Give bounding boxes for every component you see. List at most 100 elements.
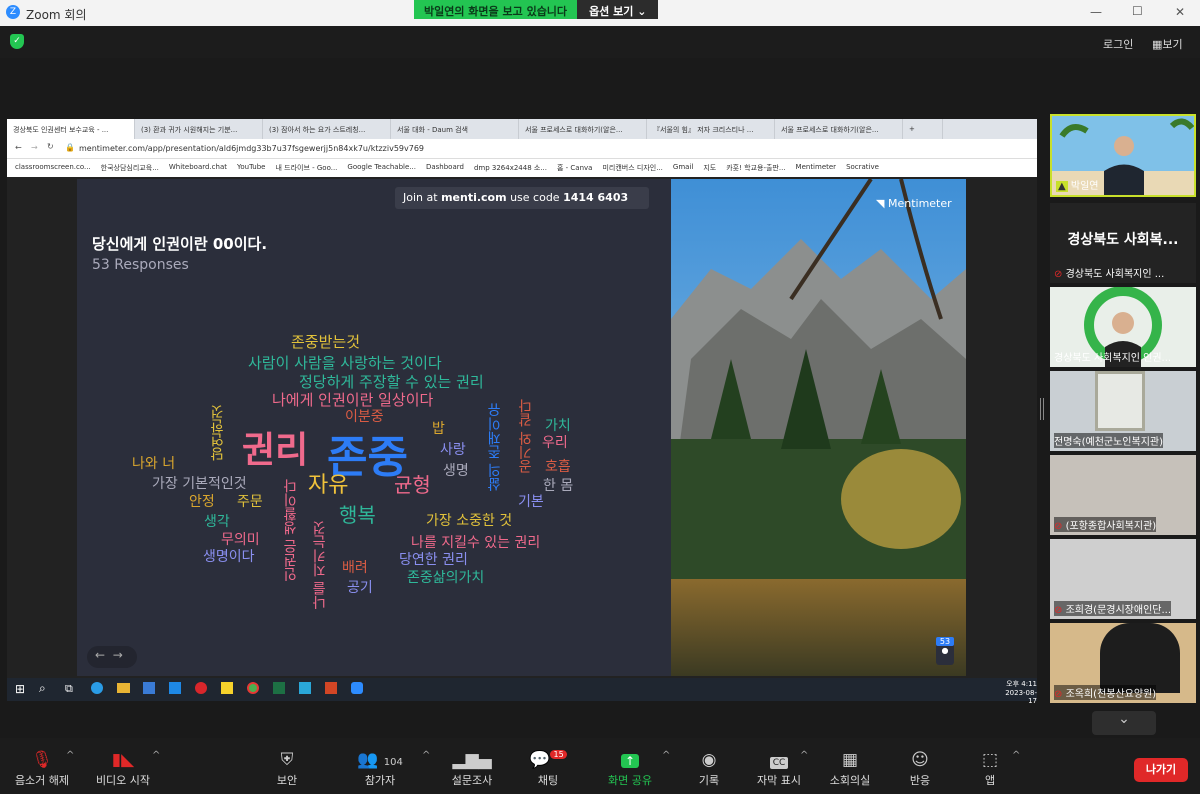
participant-name-text: 경상북도 사회복지인 ... (1065, 269, 1165, 280)
prev-slide-icon[interactable]: ← (95, 648, 105, 662)
bookmark-item[interactable]: dmp 3264x2448 소... (474, 163, 547, 173)
bookmark-item[interactable]: Google Teachable... (347, 163, 416, 173)
windows-start-icon[interactable]: ⊞ (15, 682, 25, 696)
browser-tab[interactable]: 서울 대화 - Daum 검색 (391, 119, 519, 139)
shield-check-icon[interactable]: ✓ (10, 34, 24, 49)
folder-icon[interactable] (117, 683, 130, 693)
browser-tab[interactable]: 서울 프로세스로 대화하기(알은... (775, 119, 903, 139)
reactions-button[interactable]: ☺ 반응 (880, 750, 960, 788)
forward-icon[interactable]: → (31, 143, 38, 152)
bookmark-item[interactable]: YouTube (237, 163, 265, 173)
view-label: 보기 (1162, 38, 1183, 51)
view-options-button[interactable]: 옵션 보기 ⌄ (577, 0, 659, 19)
bookmark-item[interactable]: 홈 - Canva (557, 163, 592, 173)
chevron-down-icon: ⌄ (1118, 711, 1130, 727)
chrome-icon[interactable] (247, 682, 259, 694)
task-view-icon[interactable]: ⧉ (65, 682, 73, 696)
word-cloud-entry-vertical: 공기와 같다 (518, 399, 534, 474)
security-button[interactable]: ⛨ 보안 (247, 750, 327, 788)
word-cloud-entry: 생각 (204, 514, 230, 530)
panel-resize-handle[interactable] (1040, 398, 1044, 420)
bookmarks-bar: classroomscreen.co... 한국상담심리교육... Whiteb… (7, 159, 1037, 177)
participant-name: ⊘ (포항종합사회복지관) (1054, 517, 1157, 532)
bookmark-item[interactable]: Socrative (846, 163, 879, 173)
participants-options-caret[interactable]: ^ (422, 750, 430, 761)
share-screen-button[interactable]: ↑ 화면 공유 (590, 750, 670, 788)
reload-icon[interactable]: ↻ (47, 142, 54, 151)
word-cloud-entry: 나와 너 (132, 456, 176, 472)
kakaotalk-icon[interactable] (221, 682, 233, 694)
excel-icon[interactable] (273, 682, 285, 694)
word-cloud-entry: 가장 기본적인것 (152, 476, 247, 492)
poll-button[interactable]: ▂▆▄ 설문조사 (432, 750, 512, 788)
browser-tab[interactable]: 경상북도 인권센터 보수교육 - ... (7, 119, 135, 139)
word-cloud-entry-vertical: 삶의 존재이유 (487, 403, 503, 492)
store-icon[interactable] (143, 682, 155, 694)
browser-tab[interactable]: 서울 프로세스로 대화하기(알은... (519, 119, 647, 139)
browser-tab[interactable]: (3) 잠아서 하는 요가 스트레칭... (263, 119, 391, 139)
powerpoint-icon[interactable] (325, 682, 337, 694)
bookmark-item[interactable]: 내 드라이브 - Goo... (275, 163, 337, 173)
chat-button[interactable]: 💬 15 채팅 (508, 750, 588, 788)
participant-tile-speaker[interactable]: ▲ 박일연 (1050, 114, 1196, 197)
browser-tab[interactable]: (3) 환과 귀가 시원해지는 기분... (135, 119, 263, 139)
mail-icon[interactable] (169, 682, 181, 694)
bookmark-item[interactable]: 카훗! 학교용-출판... (726, 163, 785, 173)
window-frame (1095, 371, 1145, 431)
browser-tab[interactable]: 『서울의 힘』 저자 크리스티나 ... (647, 119, 775, 139)
bookmark-item[interactable]: Whiteboard.chat (169, 163, 227, 173)
url-field[interactable]: mentimeter.com/app/presentation/ald6jmdg… (79, 144, 424, 153)
edge-icon[interactable] (91, 682, 103, 694)
chat-badge: 15 (550, 750, 567, 759)
back-icon[interactable]: ← (15, 143, 22, 152)
close-window-button[interactable]: ✕ (1175, 5, 1185, 19)
participant-tile[interactable]: ⊘ 조옥희(천봉산요양원) (1050, 623, 1196, 703)
new-tab-icon[interactable]: + (903, 119, 943, 139)
opera-icon[interactable] (195, 682, 207, 694)
word-cloud-entry: 자유 (308, 473, 349, 498)
participant-tile[interactable]: 경상북도 사회복지인 인권... (1050, 287, 1196, 367)
participants-label: 참가자 (364, 774, 396, 787)
search-icon[interactable]: ⌕ (39, 681, 46, 696)
login-button[interactable]: 로그인 (1103, 36, 1133, 52)
grid-view-icon: ▦ (1152, 38, 1163, 51)
participant-name: ⊘ 조옥희(천봉산요양원) (1054, 685, 1157, 700)
bookmark-item[interactable]: Dashboard (426, 163, 464, 173)
zoom-taskbar-icon[interactable] (351, 682, 363, 694)
bookmark-item[interactable]: 지도 (703, 163, 716, 173)
bookmark-item[interactable]: classroomscreen.co... (15, 163, 91, 173)
word-cloud-entry: 배려 (342, 560, 368, 576)
bookmark-item[interactable]: 미리캔버스 디자인... (602, 163, 662, 173)
participant-name: 전명숙(예천군노인복지관) (1054, 433, 1164, 448)
minimize-button[interactable]: — (1090, 5, 1102, 19)
word-cloud-entry: 사람이 사람을 사랑하는 것이다 (248, 354, 442, 372)
chevron-down-icon: ⌄ (637, 5, 647, 18)
participant-tile[interactable]: 경상북도 사회복... ⊘ 경상북도 사회복지인 ... (1050, 203, 1196, 283)
view-button[interactable]: ▦보기 (1152, 36, 1183, 52)
word-cloud-entry: 권리 (242, 430, 309, 471)
bookmark-item[interactable]: Gmail (673, 163, 693, 173)
poll-label: 설문조사 (451, 774, 493, 787)
slide-photo: ◥ Mentimeter 53 ● (671, 179, 966, 676)
zoom-logo-icon: Z (6, 5, 20, 19)
scroll-down-button[interactable]: ⌄ (1092, 711, 1156, 735)
bookmark-item[interactable]: Mentimeter (796, 163, 837, 173)
app-icon[interactable] (299, 682, 311, 694)
participant-tile[interactable]: ⊘ 조희경(문경시장애인단... (1050, 539, 1196, 619)
start-video-button[interactable]: ▮◣ 비디오 시작 (83, 750, 163, 788)
bookmark-item[interactable]: 한국상담심리교육... (101, 163, 159, 173)
breakout-rooms-button[interactable]: ▦ 소회의실 (810, 750, 890, 788)
participants-button[interactable]: 👥 104 참가자 (340, 750, 420, 788)
window-title: Zoom 회의 (26, 8, 87, 22)
participant-tile[interactable]: ⊘ (포항종합사회복지관) (1050, 455, 1196, 535)
apps-options-caret[interactable]: ^ (1012, 750, 1020, 761)
video-options-caret[interactable]: ^ (152, 750, 160, 761)
audio-options-caret[interactable]: ^ (66, 750, 74, 761)
leave-button[interactable]: 나가기 (1134, 758, 1188, 782)
start-video-label: 비디오 시작 (95, 774, 151, 787)
captions-options-caret[interactable]: ^ (800, 750, 808, 761)
participant-tile[interactable]: 전명숙(예천군노인복지관) (1050, 371, 1196, 451)
record-button[interactable]: ◉ 기록 (669, 750, 749, 788)
maximize-button[interactable]: ☐ (1132, 4, 1143, 18)
next-slide-icon[interactable]: → (113, 648, 123, 662)
